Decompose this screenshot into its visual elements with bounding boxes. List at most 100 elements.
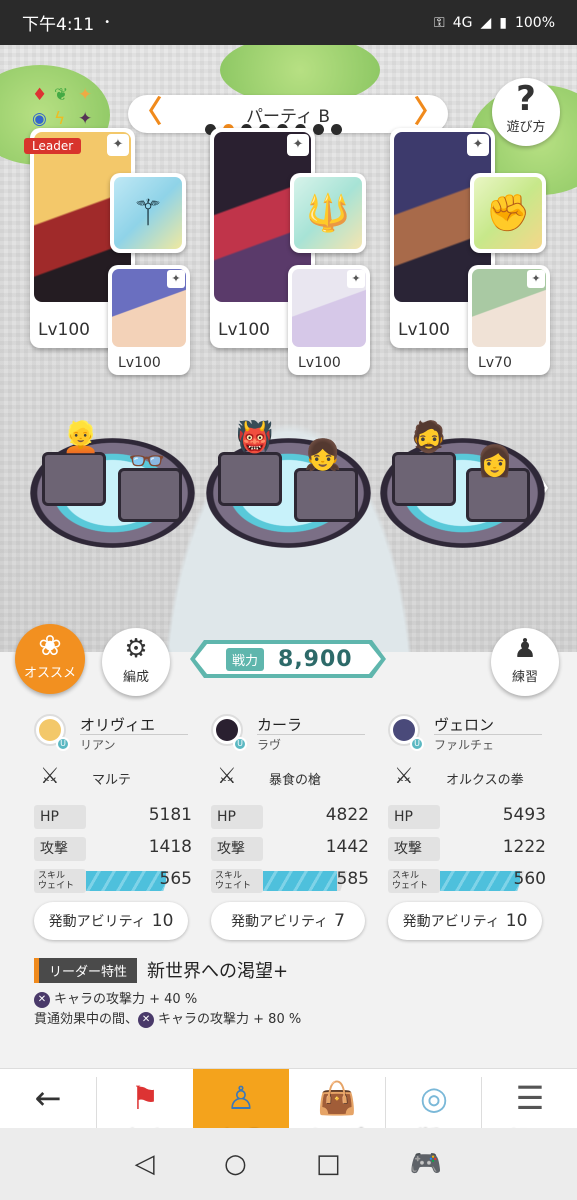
pedestal-block bbox=[392, 452, 456, 506]
skill-wait-fill bbox=[440, 871, 520, 891]
system-back-icon[interactable]: ◁ bbox=[135, 1149, 155, 1179]
sub-character-card-2[interactable]: ✦ Lv100 bbox=[288, 265, 370, 375]
skill-label-line1: スキル bbox=[215, 871, 243, 881]
character-sprite: 👹 bbox=[236, 420, 274, 455]
leader-ability-title: 新世界への渇望+ bbox=[147, 961, 289, 982]
leader-tag: Leader bbox=[24, 138, 82, 154]
help-button[interactable]: ? 遊び方 bbox=[492, 78, 560, 146]
member-name: ヴェロン bbox=[434, 716, 495, 734]
hp-row: HP 4822 bbox=[211, 802, 371, 832]
hp-label: HP bbox=[388, 805, 440, 829]
attack-label: 攻撃 bbox=[388, 837, 440, 861]
character-sprite: 👓 bbox=[128, 444, 166, 479]
party-prev-button[interactable]: 〈 bbox=[132, 97, 162, 129]
ability-button-1[interactable]: 発動アビリティ 10 bbox=[34, 902, 188, 940]
gear-person-icon: ⚙ bbox=[124, 634, 148, 664]
weapon-row: ⚔ 暴食の槍 bbox=[211, 760, 371, 800]
member-stats-3: U ヴェロン ファルチェ ⚔ オルクスの拳 HP 5493 攻撃 1222 スキ… bbox=[388, 712, 548, 896]
weapon-card-2[interactable]: 🔱 bbox=[290, 173, 366, 253]
bolt-icon: ϟ bbox=[54, 109, 66, 129]
status-bar: 下午4:11 • ⚿ 4G ◢ ▮ 100% bbox=[0, 0, 577, 45]
training-label: 練習 bbox=[511, 670, 538, 685]
party-next-button[interactable]: 〉 bbox=[414, 97, 444, 129]
weapon-type-icon: ⚔ bbox=[217, 764, 237, 789]
shop-icon: 👜 bbox=[317, 1079, 357, 1117]
attack-label: 攻撃 bbox=[211, 837, 263, 861]
status-dot: • bbox=[104, 17, 111, 28]
attack-row: 攻撃 1222 bbox=[388, 834, 548, 864]
skill-wait-label: スキル ウェイト bbox=[211, 869, 263, 893]
weapon-type-icon: ⚔ bbox=[40, 764, 60, 789]
character-sprite: 👩 bbox=[476, 444, 514, 479]
ability-count: 10 bbox=[505, 911, 528, 931]
hp-row: HP 5493 bbox=[388, 802, 548, 832]
pedestal-block bbox=[294, 468, 358, 522]
leader-ability: リーダー特性 新世界への渇望+ bbox=[34, 957, 289, 983]
member-header: U ヴェロン ファルチェ bbox=[388, 712, 548, 756]
role-icon: ✦ bbox=[527, 270, 545, 288]
weapon-card-3[interactable]: ✊ bbox=[470, 173, 546, 253]
member-header: U カーラ ラヴ bbox=[211, 712, 371, 756]
unison-badge-icon: U bbox=[410, 737, 424, 751]
hp-value: 5493 bbox=[502, 805, 546, 825]
skill-wait-row: スキル ウェイト 565 bbox=[34, 866, 194, 896]
skill-wait-row: スキル ウェイト 585 bbox=[211, 866, 371, 896]
member-sub-name: ファルチェ bbox=[434, 738, 495, 752]
weapon-type-icon: ⚔ bbox=[394, 764, 414, 789]
leaf-icon: ❦ bbox=[54, 85, 69, 105]
skill-wait-label: スキル ウェイト bbox=[388, 869, 440, 893]
system-home-icon[interactable]: ○ bbox=[224, 1149, 247, 1179]
sub-character-card-3[interactable]: ✦ Lv70 bbox=[468, 265, 550, 375]
skill-wait-value: 565 bbox=[159, 869, 192, 889]
role-icon: ✦ bbox=[287, 134, 309, 156]
weapon-card-1[interactable]: ⚚ bbox=[110, 173, 186, 253]
unison-badge-icon: U bbox=[233, 737, 247, 751]
character-sprite: 🧔 bbox=[410, 420, 448, 455]
ability-label: 発動アビリティ bbox=[402, 914, 500, 930]
sub-level: Lv100 bbox=[298, 355, 341, 371]
ability-button-2[interactable]: 発動アビリティ 7 bbox=[211, 902, 365, 940]
gamepad-icon[interactable]: 🎮 bbox=[410, 1149, 442, 1179]
page-dot[interactable] bbox=[313, 124, 324, 135]
recommend-button[interactable]: ❀ オススメ bbox=[15, 624, 85, 694]
member-header: U オリヴィエ リアン bbox=[34, 712, 194, 756]
page-dot[interactable] bbox=[331, 124, 342, 135]
formation-button[interactable]: ⚙ 編成 bbox=[102, 628, 170, 696]
sub-level: Lv100 bbox=[118, 355, 161, 371]
party-name: パーティ B bbox=[245, 106, 331, 127]
question-icon: ? bbox=[516, 79, 536, 119]
leader-ability-prefix: 貫通効果中の間、 bbox=[34, 1012, 139, 1027]
system-recents-icon[interactable]: □ bbox=[316, 1149, 341, 1179]
weapon-row: ⚔ オルクスの拳 bbox=[388, 760, 548, 800]
sub-level: Lv70 bbox=[478, 355, 512, 371]
member-stats-1: U オリヴィエ リアン ⚔ マルテ HP 5181 攻撃 1418 スキル ウェイ… bbox=[34, 712, 194, 896]
character-sprite: 👱 bbox=[62, 420, 100, 455]
dark-element-icon: ✕ bbox=[138, 1011, 155, 1028]
signal-icon: ◢ bbox=[480, 14, 492, 31]
skill-wait-label: スキル ウェイト bbox=[34, 869, 86, 893]
ability-button-3[interactable]: 発動アビリティ 10 bbox=[388, 902, 542, 940]
weapon-row: ⚔ マルテ bbox=[34, 760, 194, 800]
role-icon: ✦ bbox=[107, 134, 129, 156]
main-level: Lv100 bbox=[38, 320, 90, 340]
sub-character-card-1[interactable]: ✦ Lv100 bbox=[108, 265, 190, 375]
back-arrow-icon: ← bbox=[34, 1079, 62, 1117]
divider bbox=[434, 734, 542, 735]
menu-icon: ☰ bbox=[515, 1079, 545, 1117]
water-icon: ◉ bbox=[32, 109, 47, 129]
skill-wait-fill bbox=[263, 871, 337, 891]
member-name: オリヴィエ bbox=[80, 716, 156, 734]
ability-label: 発動アビリティ bbox=[231, 914, 329, 930]
leader-ability-text-1: キャラの攻撃力 + 40 % bbox=[54, 992, 198, 1007]
skill-wait-value: 585 bbox=[336, 869, 369, 889]
ability-label: 発動アビリティ bbox=[48, 914, 146, 930]
gacha-icon: ◎ bbox=[420, 1079, 448, 1117]
member-sub-name: ラヴ bbox=[257, 738, 282, 752]
training-button[interactable]: ♟ 練習 bbox=[491, 628, 559, 696]
fist-icon: ✊ bbox=[474, 177, 542, 249]
skill-wait-row: スキル ウェイト 560 bbox=[388, 866, 548, 896]
training-dummy-icon: ♟ bbox=[513, 634, 537, 664]
power-label: 戦力 bbox=[226, 647, 265, 671]
system-nav-bar: ◁ ○ □ 🎮 bbox=[0, 1128, 577, 1200]
hp-row: HP 5181 bbox=[34, 802, 194, 832]
